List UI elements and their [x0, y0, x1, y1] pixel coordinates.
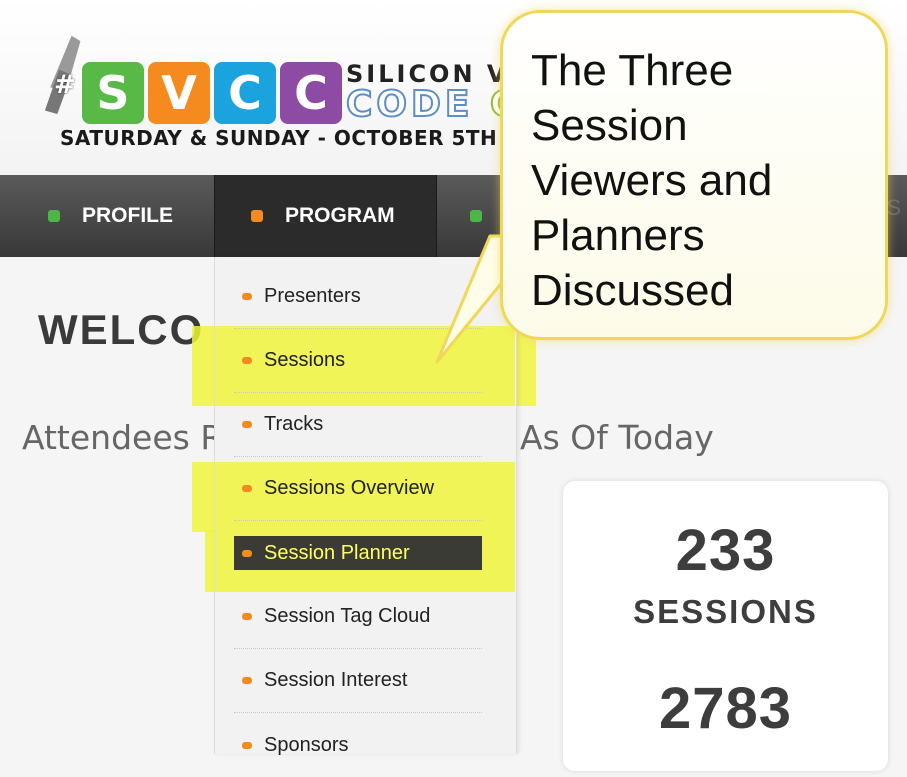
callout-line: Planners [531, 211, 705, 260]
callout-text: The Three Session Viewers and Planners D… [531, 43, 871, 318]
callout-line: Viewers and [531, 156, 773, 205]
callout-line: Session [531, 101, 688, 150]
annotation-callout: The Three Session Viewers and Planners D… [500, 10, 888, 340]
callout-line: The Three [531, 46, 734, 95]
callout-line: Discussed [531, 266, 734, 315]
